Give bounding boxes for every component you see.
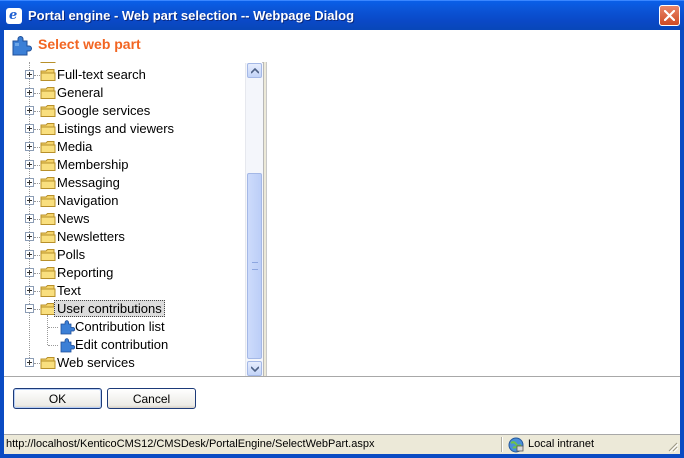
category-item[interactable]: News [4,210,249,228]
tree-connector-line [48,327,58,328]
window-title: Portal engine - Web part selection -- We… [28,8,355,23]
expand-icon[interactable] [25,358,34,367]
web-part-label: Edit contribution [75,337,169,352]
status-url: http://localhost/KenticoCMS12/CMSDesk/Po… [6,438,375,450]
category-label: Newsletters [57,229,125,244]
web-part-tree[interactable]: Forums Full-text search General Google serv… [4,62,249,376]
category-item[interactable]: Full-text search [4,66,249,84]
expand-icon[interactable] [25,106,34,115]
window-frame-bottom [0,454,684,458]
category-label: Reporting [57,265,114,280]
category-item[interactable]: Reporting [4,264,249,282]
expand-icon[interactable] [25,178,34,187]
expand-icon[interactable] [25,232,34,241]
window-frame-right [680,30,684,458]
category-item[interactable]: Listings and viewers [4,120,249,138]
web-part-tree-pane[interactable]: Forums Full-text search General Google serv… [4,62,262,376]
dialog-header: Select web part [4,30,680,63]
category-label: Forums [57,62,101,64]
expand-icon[interactable] [25,268,34,277]
expand-icon[interactable] [25,286,34,295]
expand-icon[interactable] [25,142,34,151]
category-item[interactable]: Media [4,138,249,156]
close-icon [664,10,675,21]
category-label: User contributions [54,300,165,317]
category-item[interactable]: General [4,84,249,102]
expand-icon[interactable] [25,124,34,133]
chevron-up-icon [251,68,259,74]
expand-icon[interactable] [25,160,34,169]
category-label: Polls [57,247,86,262]
status-separator [501,437,503,452]
category-label: Navigation [57,193,119,208]
category-item[interactable]: Text [4,282,249,300]
scroll-down-button[interactable] [247,361,262,376]
status-bar: http://localhost/KenticoCMS12/CMSDesk/Po… [4,434,680,454]
resize-grip-icon[interactable] [666,440,678,452]
category-label: Text [57,283,81,298]
category-label: Full-text search [57,67,146,82]
web-part-item[interactable]: Contribution list [4,318,249,336]
category-label: Messaging [57,175,120,190]
web-part-preview-pane [266,62,680,376]
scroll-up-button[interactable] [247,63,262,78]
expand-icon[interactable] [25,196,34,205]
category-label: Media [57,139,93,154]
zone-label: Local intranet [528,438,595,450]
title-bar[interactable]: e Portal engine - Web part selection -- … [0,0,684,30]
tree-connector-line [48,345,58,346]
category-item[interactable]: User contributions [4,300,249,318]
tree-scrollbar[interactable] [245,63,263,376]
category-label: Membership [57,157,129,172]
category-label: Google services [57,103,151,118]
category-label: Web services [57,355,135,370]
category-label: General [57,85,104,100]
category-item[interactable]: Google services [4,102,249,120]
category-item[interactable]: Newsletters [4,228,249,246]
close-button[interactable] [659,5,680,26]
expand-icon[interactable] [25,250,34,259]
collapse-icon[interactable] [25,304,34,313]
category-item[interactable]: Navigation [4,192,249,210]
category-label: News [57,211,90,226]
globe-icon [508,437,524,453]
cancel-button[interactable]: Cancel [107,388,196,409]
web-part-label: Contribution list [75,319,165,334]
ie-icon: e [6,8,22,24]
button-bar: OK Cancel [4,376,680,435]
category-label: Listings and viewers [57,121,175,136]
scroll-thumb[interactable] [247,173,262,359]
puzzle-piece-icon [12,36,32,56]
category-item[interactable]: Web services [4,354,249,372]
expand-icon[interactable] [25,88,34,97]
chevron-down-icon [251,366,259,372]
category-item[interactable]: Polls [4,246,249,264]
ok-button[interactable]: OK [13,388,102,409]
expand-icon[interactable] [25,70,34,79]
page-title: Select web part [38,36,141,52]
expand-icon[interactable] [25,214,34,223]
web-part-item[interactable]: Edit contribution [4,336,249,354]
folder-icon [40,356,56,375]
category-item[interactable]: Membership [4,156,249,174]
category-item[interactable]: Messaging [4,174,249,192]
